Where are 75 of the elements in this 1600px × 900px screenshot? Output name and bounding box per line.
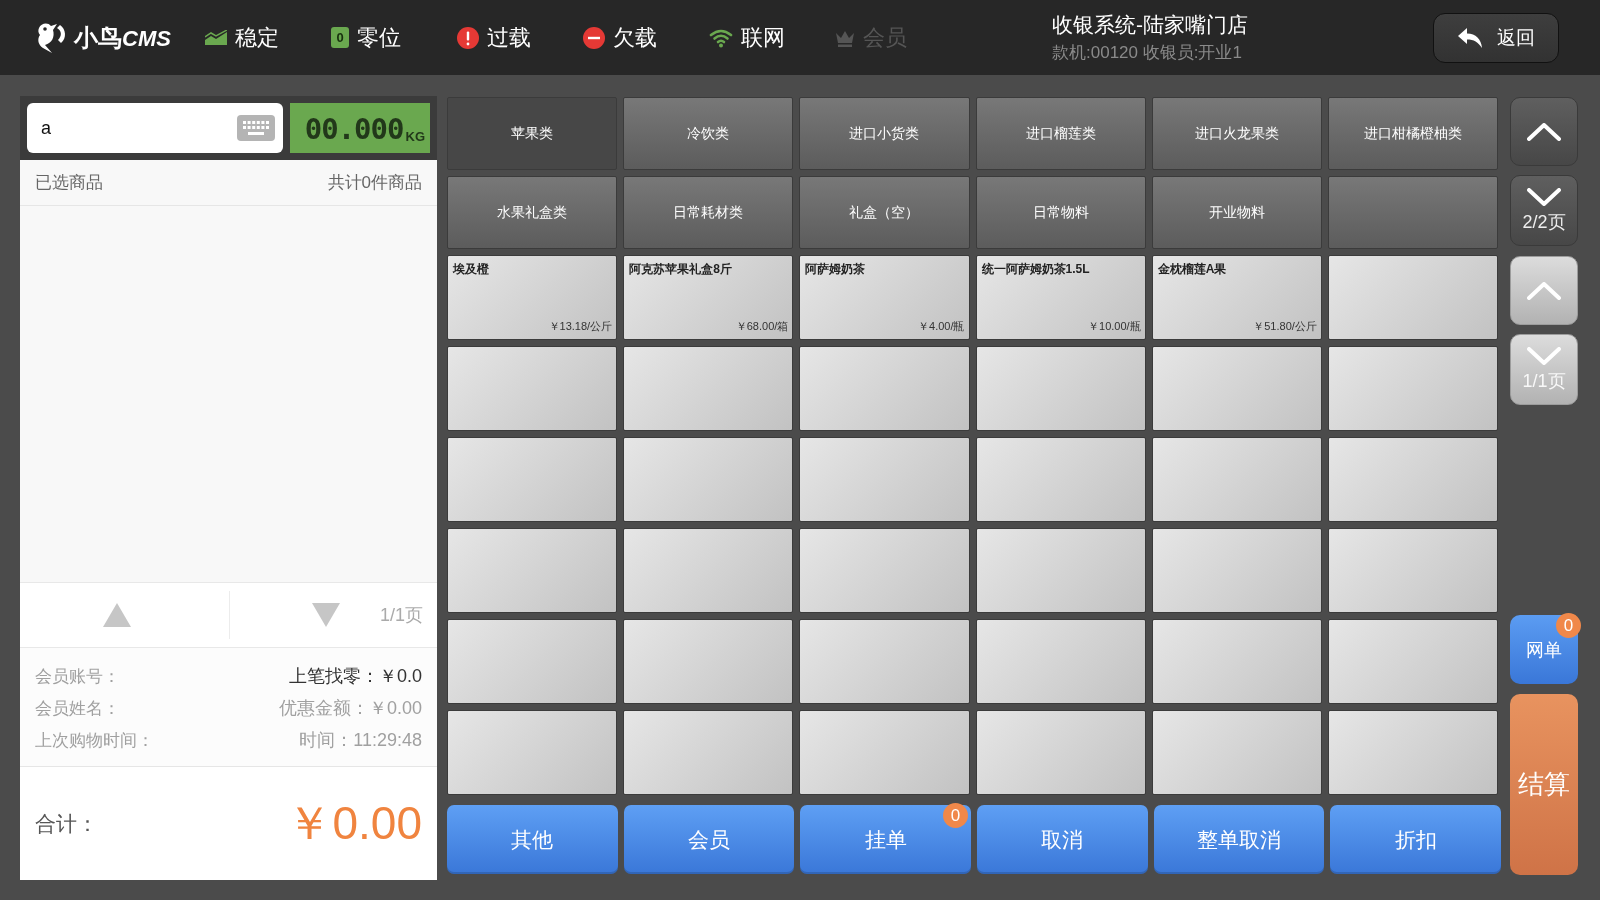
page-up-button[interactable] (1510, 97, 1578, 166)
page-down-button[interactable]: 2/2页 (1510, 175, 1578, 246)
total-label: 合计： (35, 810, 98, 837)
action-button[interactable]: 挂单 0 (800, 805, 971, 874)
category-tile[interactable]: 进口柑橘橙柚类 (1327, 97, 1498, 170)
info-label: 上次购物时间： (35, 729, 154, 752)
product-price: ￥10.00/瓶 (1088, 319, 1141, 334)
product-name: 阿萨姆奶茶 (805, 261, 866, 278)
product-price: ￥51.80/公斤 (1253, 319, 1317, 334)
info-label: 会员姓名： (35, 697, 120, 720)
weight-reading: 00.000 (304, 114, 404, 144)
page-indicator: 1/1页 (379, 604, 423, 627)
triangle-up-icon[interactable] (103, 603, 132, 627)
category-tile[interactable]: 进口小货类 (799, 97, 970, 170)
category-tile[interactable]: 进口榴莲类 (975, 97, 1146, 170)
product-name: 埃及橙 (453, 261, 489, 278)
count-badge: 0 (1556, 613, 1581, 638)
checkout-button[interactable]: 结算 (1510, 694, 1578, 875)
info-value: 优惠金额：￥0.00 (278, 697, 422, 720)
online-orders-button[interactable]: 网单 0 (1510, 615, 1578, 684)
info-value: 时间：11:29:48 (299, 729, 422, 752)
wifi-icon (709, 27, 733, 48)
terminal-info: 款机:00120 收银员:开业1 (1052, 42, 1243, 64)
action-button[interactable]: 其他 (447, 805, 618, 874)
category-tile[interactable]: 日常物料 (975, 176, 1146, 249)
info-value: 上笔找零：￥0.0 (288, 665, 422, 688)
product-name: 阿克苏苹果礼盒8斤 (629, 261, 732, 278)
chevron-down-icon (1527, 346, 1561, 365)
status-label: 稳定 (235, 23, 279, 52)
back-button[interactable]: 返回 (1433, 12, 1559, 63)
reply-arrow-icon (1457, 27, 1483, 48)
category-tile[interactable]: 进口火龙果类 (1151, 97, 1322, 170)
minus-circle-icon (583, 26, 605, 49)
product-name: 金枕榴莲A果 (1157, 261, 1227, 278)
status-label: 联网 (741, 23, 785, 52)
category-tile[interactable]: 苹果类 (447, 97, 618, 170)
product-tile[interactable]: 金枕榴莲A果 ￥51.80/公斤 (1151, 255, 1322, 340)
category-tile[interactable]: 冷饮类 (623, 97, 794, 170)
product-price: ￥4.00/瓶 (918, 319, 965, 334)
weight-unit: KG (405, 129, 425, 144)
cart-count: 共计0件商品 (327, 172, 422, 194)
category-tile[interactable]: 日常耗材类 (623, 176, 794, 249)
search-input[interactable]: a (27, 103, 237, 153)
chevron-down-icon (1527, 187, 1561, 206)
action-button[interactable]: 会员 (623, 805, 795, 874)
action-button[interactable]: 取消 (977, 805, 1148, 874)
status-label: 过载 (487, 23, 531, 52)
category-tile[interactable]: 礼盒（空） (799, 176, 970, 249)
product-tile[interactable]: 统一阿萨姆奶茶1.5L ￥10.00/瓶 (975, 255, 1146, 340)
cart-title: 已选商品 (35, 172, 103, 194)
status-label: 欠载 (613, 23, 657, 52)
category-tile[interactable]: 开业物料 (1151, 176, 1322, 249)
product-name: 统一阿萨姆奶茶1.5L (981, 261, 1090, 278)
action-button[interactable]: 整单取消 (1153, 805, 1325, 874)
area-chart-icon (205, 30, 227, 45)
chevron-up-icon (1527, 281, 1561, 300)
logo-text: 小鸟CMS (74, 22, 171, 53)
count-badge: 0 (943, 803, 968, 828)
keyboard-icon[interactable] (237, 115, 275, 141)
zero-badge: 0 (331, 27, 349, 48)
alert-icon (457, 26, 479, 49)
product-price: ￥13.18/公斤 (548, 319, 613, 334)
info-label: 会员账号： (35, 665, 120, 688)
store-title: 收银系统-陆家嘴门店 (1052, 12, 1248, 38)
category-tile[interactable]: 水果礼盒类 (447, 176, 618, 249)
action-button[interactable]: 折扣 (1330, 805, 1501, 874)
product-price: ￥68.00/箱 (735, 319, 789, 334)
triangle-down-icon[interactable] (312, 603, 341, 627)
search-field[interactable]: a (27, 103, 283, 153)
product-tile[interactable]: 阿克苏苹果礼盒8斤 ￥68.00/箱 (623, 255, 794, 340)
total-amount: ￥0.00 (286, 795, 422, 851)
status-label: 零位 (357, 23, 401, 52)
chevron-up-icon (1527, 122, 1561, 141)
product-tile[interactable]: 阿萨姆奶茶 ￥4.00/瓶 (799, 255, 970, 340)
product-tile[interactable]: 埃及橙 ￥13.18/公斤 (447, 255, 618, 340)
